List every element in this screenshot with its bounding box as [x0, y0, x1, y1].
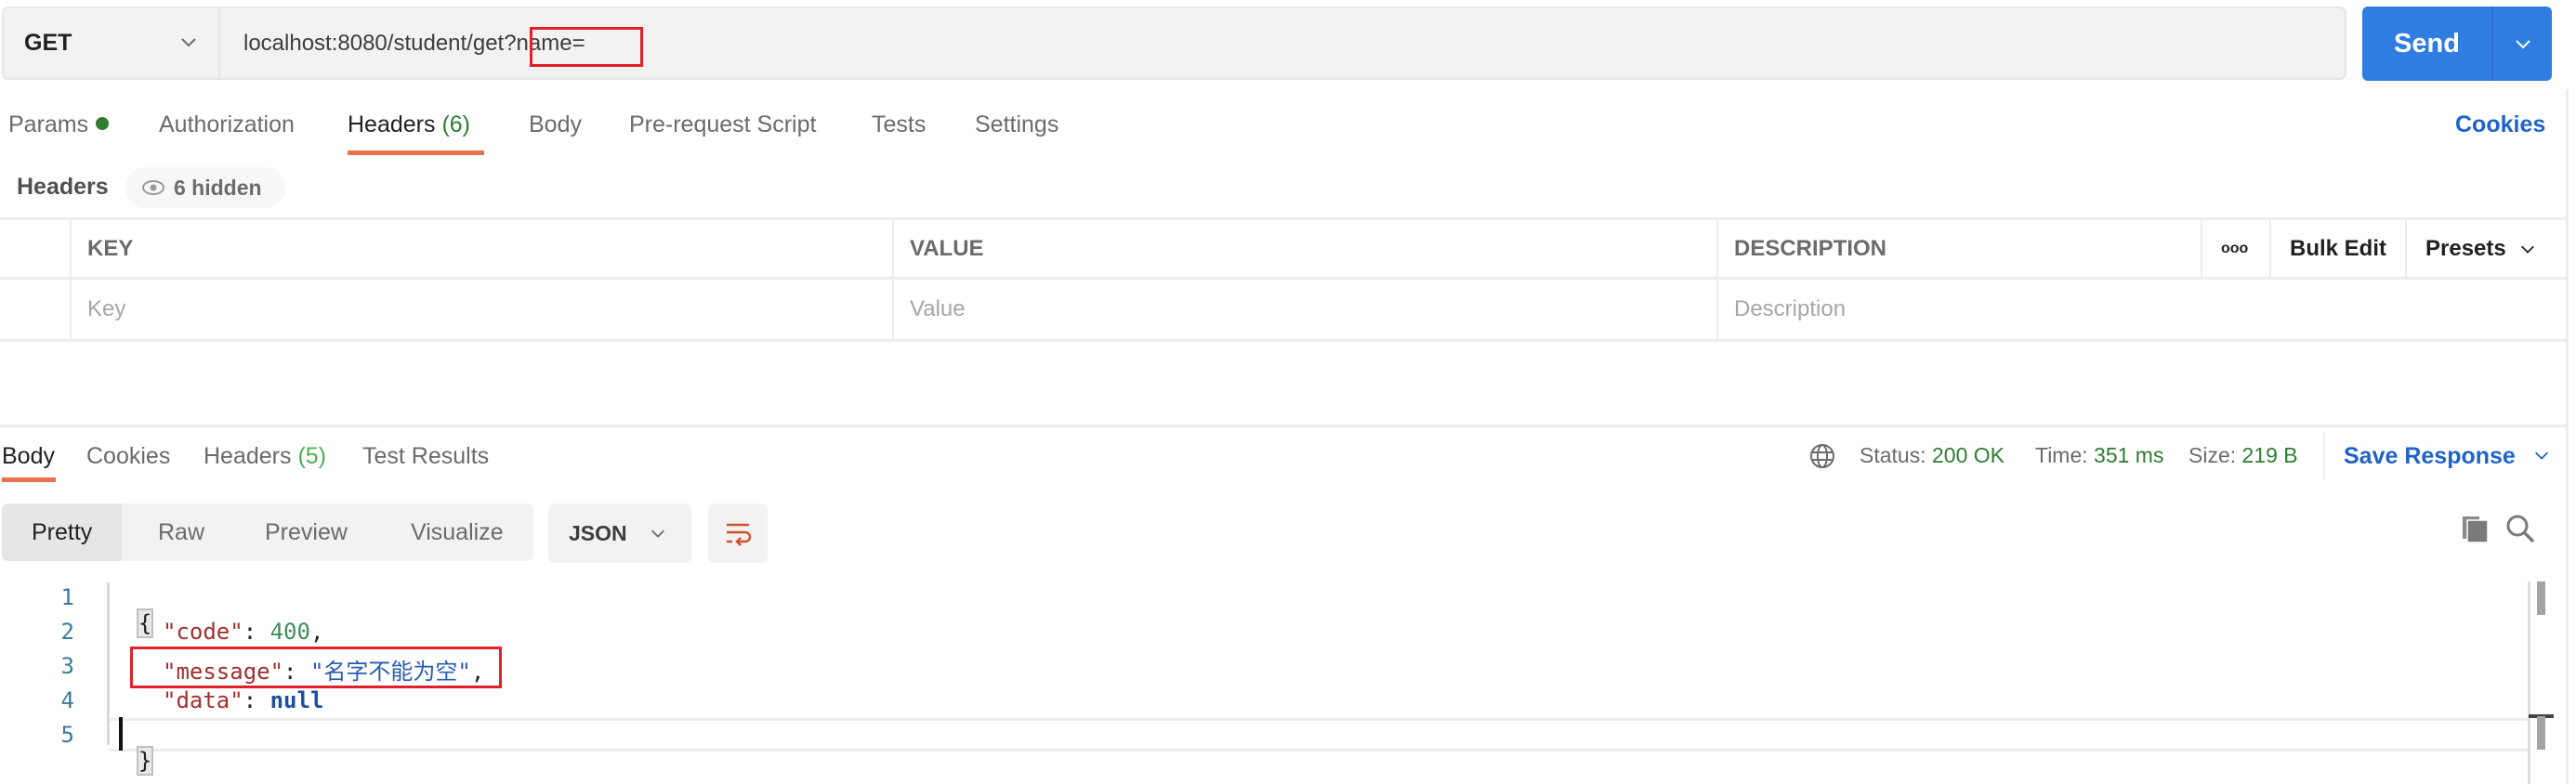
- active-tab-indicator: [348, 150, 484, 155]
- format-dropdown[interactable]: JSON: [548, 503, 691, 563]
- hidden-count: 6 hidden: [174, 175, 262, 200]
- line-number: 2: [60, 619, 74, 645]
- panel-border: [2566, 89, 2569, 784]
- scrollbar-thumb[interactable]: [2537, 581, 2545, 615]
- more-options-button[interactable]: ooo: [2201, 220, 2269, 277]
- message-highlight: [130, 647, 502, 688]
- active-line-highlight: [110, 718, 2530, 751]
- response-tab-test-results[interactable]: Test Results: [362, 443, 489, 470]
- method-select[interactable]: GET: [4, 8, 220, 78]
- wrap-lines-button[interactable]: [708, 503, 768, 563]
- chevron-down-icon: [2534, 451, 2548, 460]
- json-key: "code": [163, 619, 243, 645]
- url-query-highlight: [530, 27, 643, 67]
- json-null: null: [269, 687, 324, 713]
- method-label: GET: [24, 30, 72, 56]
- tab-headers[interactable]: Headers (6): [348, 111, 470, 138]
- wrap-lines-icon: [727, 523, 752, 546]
- send-button-group: Send: [2362, 7, 2552, 81]
- value-input[interactable]: Value: [892, 280, 1716, 339]
- request-response-divider[interactable]: [0, 425, 2568, 427]
- cookies-link[interactable]: Cookies: [2455, 111, 2545, 138]
- json-key: "data": [163, 687, 243, 713]
- line-number: 5: [60, 722, 74, 748]
- tab-pre-request-script[interactable]: Pre-request Script: [629, 111, 816, 138]
- status-label: Status:: [1860, 443, 1926, 467]
- json-comma: ,: [309, 619, 324, 645]
- tab-authorization[interactable]: Authorization: [159, 111, 295, 138]
- chevron-down-icon: [2515, 40, 2530, 49]
- code-line: }: [110, 722, 154, 776]
- save-response-button[interactable]: Save Response: [2344, 443, 2550, 470]
- size-label: Size:: [2188, 443, 2237, 467]
- code-line: "code": 400,: [163, 619, 324, 645]
- copy-icon[interactable]: [2461, 515, 2491, 544]
- chevron-down-icon: [181, 38, 196, 47]
- json-number: 400: [269, 619, 310, 645]
- table-header-row: KEY VALUE DESCRIPTION ooo Bulk Edit Pres…: [0, 217, 2568, 280]
- tab-params[interactable]: Params: [8, 111, 110, 138]
- bulk-edit-button[interactable]: Bulk Edit: [2269, 220, 2405, 277]
- tab-label: Headers: [204, 443, 292, 469]
- open-brace: {: [136, 608, 154, 638]
- time-value: 351 ms: [2094, 443, 2164, 467]
- eye-icon: [142, 180, 164, 195]
- chevron-down-icon: [2520, 245, 2534, 254]
- presets-label: Presets: [2425, 235, 2506, 261]
- active-response-tab-indicator: [2, 477, 56, 482]
- presets-dropdown[interactable]: Presets: [2405, 220, 2568, 277]
- params-active-dot: [96, 117, 110, 131]
- view-mode-pretty[interactable]: Pretty: [2, 503, 123, 561]
- description-input[interactable]: Description: [1716, 280, 2568, 339]
- meta-divider: [2323, 432, 2325, 480]
- line-number: 4: [60, 687, 74, 713]
- send-button[interactable]: Send: [2362, 7, 2493, 81]
- view-mode-selector: Pretty Raw Preview Visualize: [2, 503, 533, 561]
- response-tab-cookies[interactable]: Cookies: [86, 443, 170, 470]
- tab-settings[interactable]: Settings: [975, 111, 1058, 138]
- tab-count: (5): [297, 443, 327, 469]
- url-bar: GET localhost:8080/student/get?name=: [2, 7, 2346, 80]
- view-mode-raw[interactable]: Raw: [158, 503, 204, 561]
- column-key: KEY: [70, 220, 892, 277]
- send-options-button[interactable]: [2493, 7, 2552, 81]
- code-line: {: [110, 584, 154, 638]
- response-size: Size: 219 B: [2188, 443, 2298, 468]
- column-value: VALUE: [892, 220, 1716, 277]
- response-time: Time: 351 ms: [2035, 443, 2163, 468]
- table-row: Key Value Description: [0, 280, 2568, 342]
- tab-label: Headers: [348, 111, 436, 137]
- text-cursor: [119, 717, 123, 751]
- search-icon[interactable]: [2504, 513, 2536, 544]
- globe-icon[interactable]: [1808, 442, 1836, 470]
- tab-tests[interactable]: Tests: [872, 111, 926, 138]
- line-number: 1: [60, 584, 74, 610]
- view-mode-visualize[interactable]: Visualize: [411, 503, 504, 561]
- headers-section-label: Headers: [17, 174, 109, 200]
- response-status: Status: 200 OK: [1860, 443, 2004, 468]
- response-tab-headers[interactable]: Headers (5): [204, 443, 326, 470]
- response-tab-body[interactable]: Body: [2, 443, 55, 470]
- tab-body[interactable]: Body: [529, 111, 582, 138]
- column-description: DESCRIPTION: [1716, 220, 2201, 277]
- size-value: 219 B: [2241, 443, 2298, 467]
- status-value: 200 OK: [1932, 443, 2004, 467]
- close-brace: }: [136, 746, 154, 776]
- headers-table: KEY VALUE DESCRIPTION ooo Bulk Edit Pres…: [0, 217, 2568, 342]
- editor-scrollbar[interactable]: [2528, 581, 2530, 784]
- tab-count: (6): [441, 111, 471, 137]
- time-label: Time:: [2035, 443, 2088, 467]
- key-input[interactable]: Key: [70, 280, 892, 339]
- tab-label: Params: [8, 111, 89, 137]
- scrollbar-thumb[interactable]: [2537, 716, 2545, 750]
- save-response-label: Save Response: [2344, 443, 2516, 469]
- format-label: JSON: [569, 520, 627, 545]
- view-mode-preview[interactable]: Preview: [265, 503, 348, 561]
- line-number: 3: [60, 653, 74, 679]
- hidden-headers-toggle[interactable]: 6 hidden: [125, 167, 285, 208]
- chevron-down-icon: [651, 529, 664, 538]
- code-line: "data": null: [163, 687, 324, 713]
